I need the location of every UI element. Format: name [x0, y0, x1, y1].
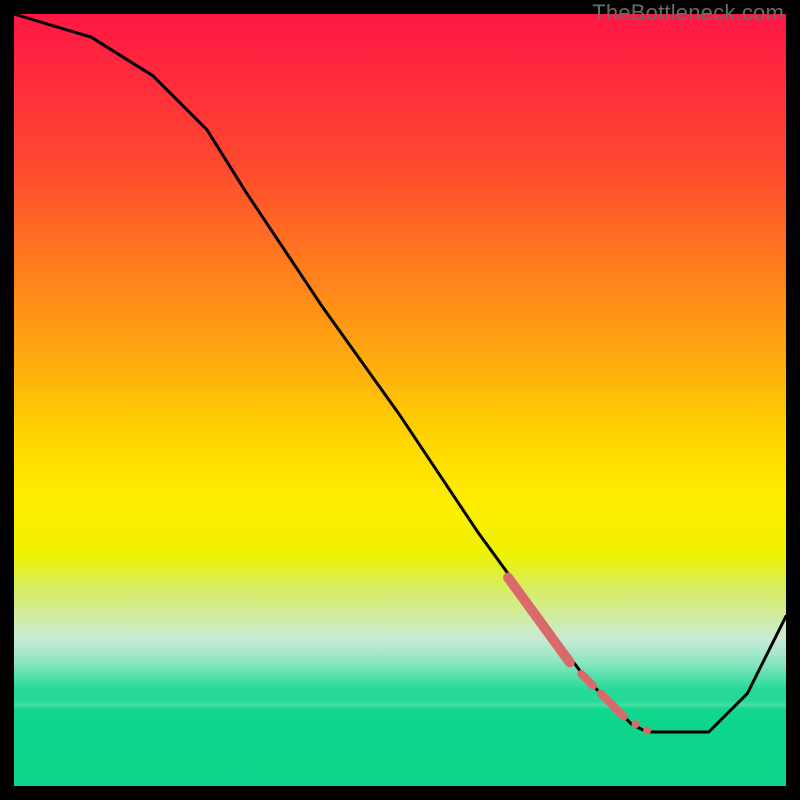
chart-frame: TheBottleneck.com: [0, 0, 800, 800]
watermark-text: TheBottleneck.com: [592, 0, 784, 26]
chart-background-gradient: [14, 14, 786, 786]
